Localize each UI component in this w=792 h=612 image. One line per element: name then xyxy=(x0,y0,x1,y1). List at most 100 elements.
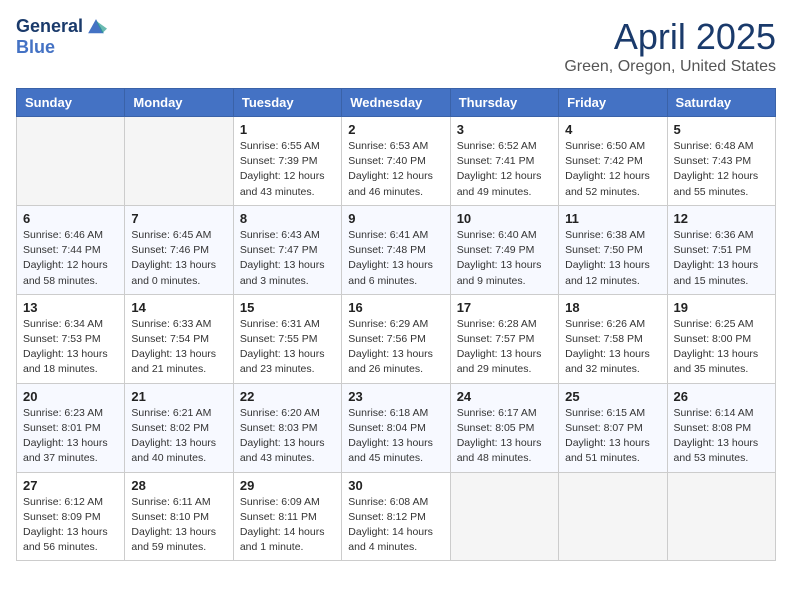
calendar-cell: 11Sunrise: 6:38 AM Sunset: 7:50 PM Dayli… xyxy=(559,205,667,294)
weekday-header: Sunday xyxy=(17,89,125,117)
day-number: 21 xyxy=(131,389,226,404)
day-number: 10 xyxy=(457,211,552,226)
day-info: Sunrise: 6:21 AM Sunset: 8:02 PM Dayligh… xyxy=(131,406,226,467)
day-info: Sunrise: 6:12 AM Sunset: 8:09 PM Dayligh… xyxy=(23,495,118,556)
calendar-cell: 17 Sunrise: 6:28 AM Sunset: 7:57 PM Dayli… xyxy=(450,294,558,383)
day-info: Sunrise: 6:08 AM Sunset: 8:12 PM Dayligh… xyxy=(348,495,443,556)
day-info: Sunrise: 6:29 AM Sunset: 7:56 PM Dayligh… xyxy=(348,317,443,378)
day-number: 7 xyxy=(131,211,226,226)
calendar-cell: 1Sunrise: 6:55 AM Sunset: 7:39 PM Daylig… xyxy=(233,117,341,206)
calendar-cell xyxy=(559,472,667,561)
day-info: Sunrise: 6:53 AM Sunset: 7:40 PM Dayligh… xyxy=(348,139,443,200)
day-number: 13 xyxy=(23,300,118,315)
day-info: Sunrise: 6:41 AM Sunset: 7:48 PM Dayligh… xyxy=(348,228,443,289)
day-info: Sunrise: 6:26 AM Sunset: 7:58 PM Dayligh… xyxy=(565,317,660,378)
day-info: Sunrise: 6:25 AM Sunset: 8:00 PM Dayligh… xyxy=(674,317,769,378)
day-number: 17 xyxy=(457,300,552,315)
day-number: 22 xyxy=(240,389,335,404)
day-number: 12 xyxy=(674,211,769,226)
day-number: 23 xyxy=(348,389,443,404)
calendar-cell: 7 Sunrise: 6:45 AM Sunset: 7:46 PM Daylig… xyxy=(125,205,233,294)
calendar-cell: 16 Sunrise: 6:29 AM Sunset: 7:56 PM Dayli… xyxy=(342,294,450,383)
day-number: 24 xyxy=(457,389,552,404)
day-info: Sunrise: 6:33 AM Sunset: 7:54 PM Dayligh… xyxy=(131,317,226,378)
day-number: 19 xyxy=(674,300,769,315)
calendar-cell: 23 Sunrise: 6:18 AM Sunset: 8:04 PM Dayli… xyxy=(342,383,450,472)
calendar-cell xyxy=(450,472,558,561)
day-number: 16 xyxy=(348,300,443,315)
calendar-week-row: 6Sunrise: 6:46 AM Sunset: 7:44 PM Daylig… xyxy=(17,205,776,294)
day-info: Sunrise: 6:40 AM Sunset: 7:49 PM Dayligh… xyxy=(457,228,552,289)
calendar-cell: 14 Sunrise: 6:33 AM Sunset: 7:54 PM Dayli… xyxy=(125,294,233,383)
calendar-header-row: SundayMondayTuesdayWednesdayThursdayFrid… xyxy=(17,89,776,117)
calendar-cell xyxy=(17,117,125,206)
calendar-cell: 30 Sunrise: 6:08 AM Sunset: 8:12 PM Dayli… xyxy=(342,472,450,561)
title-block: April 2025 Green, Oregon, United States xyxy=(564,16,776,76)
day-info: Sunrise: 6:15 AM Sunset: 8:07 PM Dayligh… xyxy=(565,406,660,467)
day-number: 15 xyxy=(240,300,335,315)
weekday-header: Monday xyxy=(125,89,233,117)
calendar-cell: 13 Sunrise: 6:34 AM Sunset: 7:53 PM Dayli… xyxy=(17,294,125,383)
day-info: Sunrise: 6:55 AM Sunset: 7:39 PM Dayligh… xyxy=(240,139,335,200)
calendar-cell: 15Sunrise: 6:31 AM Sunset: 7:55 PM Dayli… xyxy=(233,294,341,383)
day-number: 29 xyxy=(240,478,335,493)
location-title: Green, Oregon, United States xyxy=(564,58,776,76)
page-header: General Blue April 2025 Green, Oregon, U… xyxy=(16,16,776,76)
day-number: 14 xyxy=(131,300,226,315)
logo-text: General Blue xyxy=(16,16,107,58)
calendar-cell: 12Sunrise: 6:36 AM Sunset: 7:51 PM Dayli… xyxy=(667,205,775,294)
day-number: 18 xyxy=(565,300,660,315)
day-info: Sunrise: 6:20 AM Sunset: 8:03 PM Dayligh… xyxy=(240,406,335,467)
calendar-cell xyxy=(667,472,775,561)
day-info: Sunrise: 6:50 AM Sunset: 7:42 PM Dayligh… xyxy=(565,139,660,200)
calendar-cell: 5 Sunrise: 6:48 AM Sunset: 7:43 PM Daylig… xyxy=(667,117,775,206)
calendar-cell: 9Sunrise: 6:41 AM Sunset: 7:48 PM Daylig… xyxy=(342,205,450,294)
calendar-cell xyxy=(125,117,233,206)
day-number: 28 xyxy=(131,478,226,493)
day-number: 11 xyxy=(565,211,660,226)
day-number: 27 xyxy=(23,478,118,493)
day-info: Sunrise: 6:09 AM Sunset: 8:11 PM Dayligh… xyxy=(240,495,335,556)
calendar-cell: 19 Sunrise: 6:25 AM Sunset: 8:00 PM Dayli… xyxy=(667,294,775,383)
calendar-cell: 2 Sunrise: 6:53 AM Sunset: 7:40 PM Daylig… xyxy=(342,117,450,206)
day-info: Sunrise: 6:34 AM Sunset: 7:53 PM Dayligh… xyxy=(23,317,118,378)
calendar-week-row: 27 Sunrise: 6:12 AM Sunset: 8:09 PM Dayli… xyxy=(17,472,776,561)
weekday-header: Tuesday xyxy=(233,89,341,117)
day-info: Sunrise: 6:52 AM Sunset: 7:41 PM Dayligh… xyxy=(457,139,552,200)
day-number: 26 xyxy=(674,389,769,404)
calendar-cell: 26 Sunrise: 6:14 AM Sunset: 8:08 PM Dayli… xyxy=(667,383,775,472)
day-info: Sunrise: 6:45 AM Sunset: 7:46 PM Dayligh… xyxy=(131,228,226,289)
calendar-cell: 6Sunrise: 6:46 AM Sunset: 7:44 PM Daylig… xyxy=(17,205,125,294)
day-info: Sunrise: 6:17 AM Sunset: 8:05 PM Dayligh… xyxy=(457,406,552,467)
calendar-cell: 24 Sunrise: 6:17 AM Sunset: 8:05 PM Dayli… xyxy=(450,383,558,472)
day-number: 5 xyxy=(674,122,769,137)
day-info: Sunrise: 6:28 AM Sunset: 7:57 PM Dayligh… xyxy=(457,317,552,378)
calendar-cell: 18 Sunrise: 6:26 AM Sunset: 7:58 PM Dayli… xyxy=(559,294,667,383)
day-info: Sunrise: 6:14 AM Sunset: 8:08 PM Dayligh… xyxy=(674,406,769,467)
day-number: 30 xyxy=(348,478,443,493)
calendar-cell: 8Sunrise: 6:43 AM Sunset: 7:47 PM Daylig… xyxy=(233,205,341,294)
calendar-week-row: 20 Sunrise: 6:23 AM Sunset: 8:01 PM Dayli… xyxy=(17,383,776,472)
day-info: Sunrise: 6:23 AM Sunset: 8:01 PM Dayligh… xyxy=(23,406,118,467)
calendar-week-row: 13 Sunrise: 6:34 AM Sunset: 7:53 PM Dayli… xyxy=(17,294,776,383)
calendar-cell: 3Sunrise: 6:52 AM Sunset: 7:41 PM Daylig… xyxy=(450,117,558,206)
calendar-cell: 27 Sunrise: 6:12 AM Sunset: 8:09 PM Dayli… xyxy=(17,472,125,561)
calendar-cell: 22 Sunrise: 6:20 AM Sunset: 8:03 PM Dayli… xyxy=(233,383,341,472)
calendar-cell: 28 Sunrise: 6:11 AM Sunset: 8:10 PM Dayli… xyxy=(125,472,233,561)
day-number: 2 xyxy=(348,122,443,137)
day-info: Sunrise: 6:46 AM Sunset: 7:44 PM Dayligh… xyxy=(23,228,118,289)
day-info: Sunrise: 6:43 AM Sunset: 7:47 PM Dayligh… xyxy=(240,228,335,289)
calendar-cell: 10 Sunrise: 6:40 AM Sunset: 7:49 PM Dayli… xyxy=(450,205,558,294)
day-number: 20 xyxy=(23,389,118,404)
weekday-header: Friday xyxy=(559,89,667,117)
day-info: Sunrise: 6:11 AM Sunset: 8:10 PM Dayligh… xyxy=(131,495,226,556)
weekday-header: Thursday xyxy=(450,89,558,117)
day-info: Sunrise: 6:18 AM Sunset: 8:04 PM Dayligh… xyxy=(348,406,443,467)
calendar-table: SundayMondayTuesdayWednesdayThursdayFrid… xyxy=(16,88,776,561)
calendar-cell: 29 Sunrise: 6:09 AM Sunset: 8:11 PM Dayli… xyxy=(233,472,341,561)
weekday-header: Saturday xyxy=(667,89,775,117)
day-info: Sunrise: 6:48 AM Sunset: 7:43 PM Dayligh… xyxy=(674,139,769,200)
logo: General Blue xyxy=(16,16,107,58)
month-title: April 2025 xyxy=(564,16,776,58)
calendar-cell: 21 Sunrise: 6:21 AM Sunset: 8:02 PM Dayli… xyxy=(125,383,233,472)
